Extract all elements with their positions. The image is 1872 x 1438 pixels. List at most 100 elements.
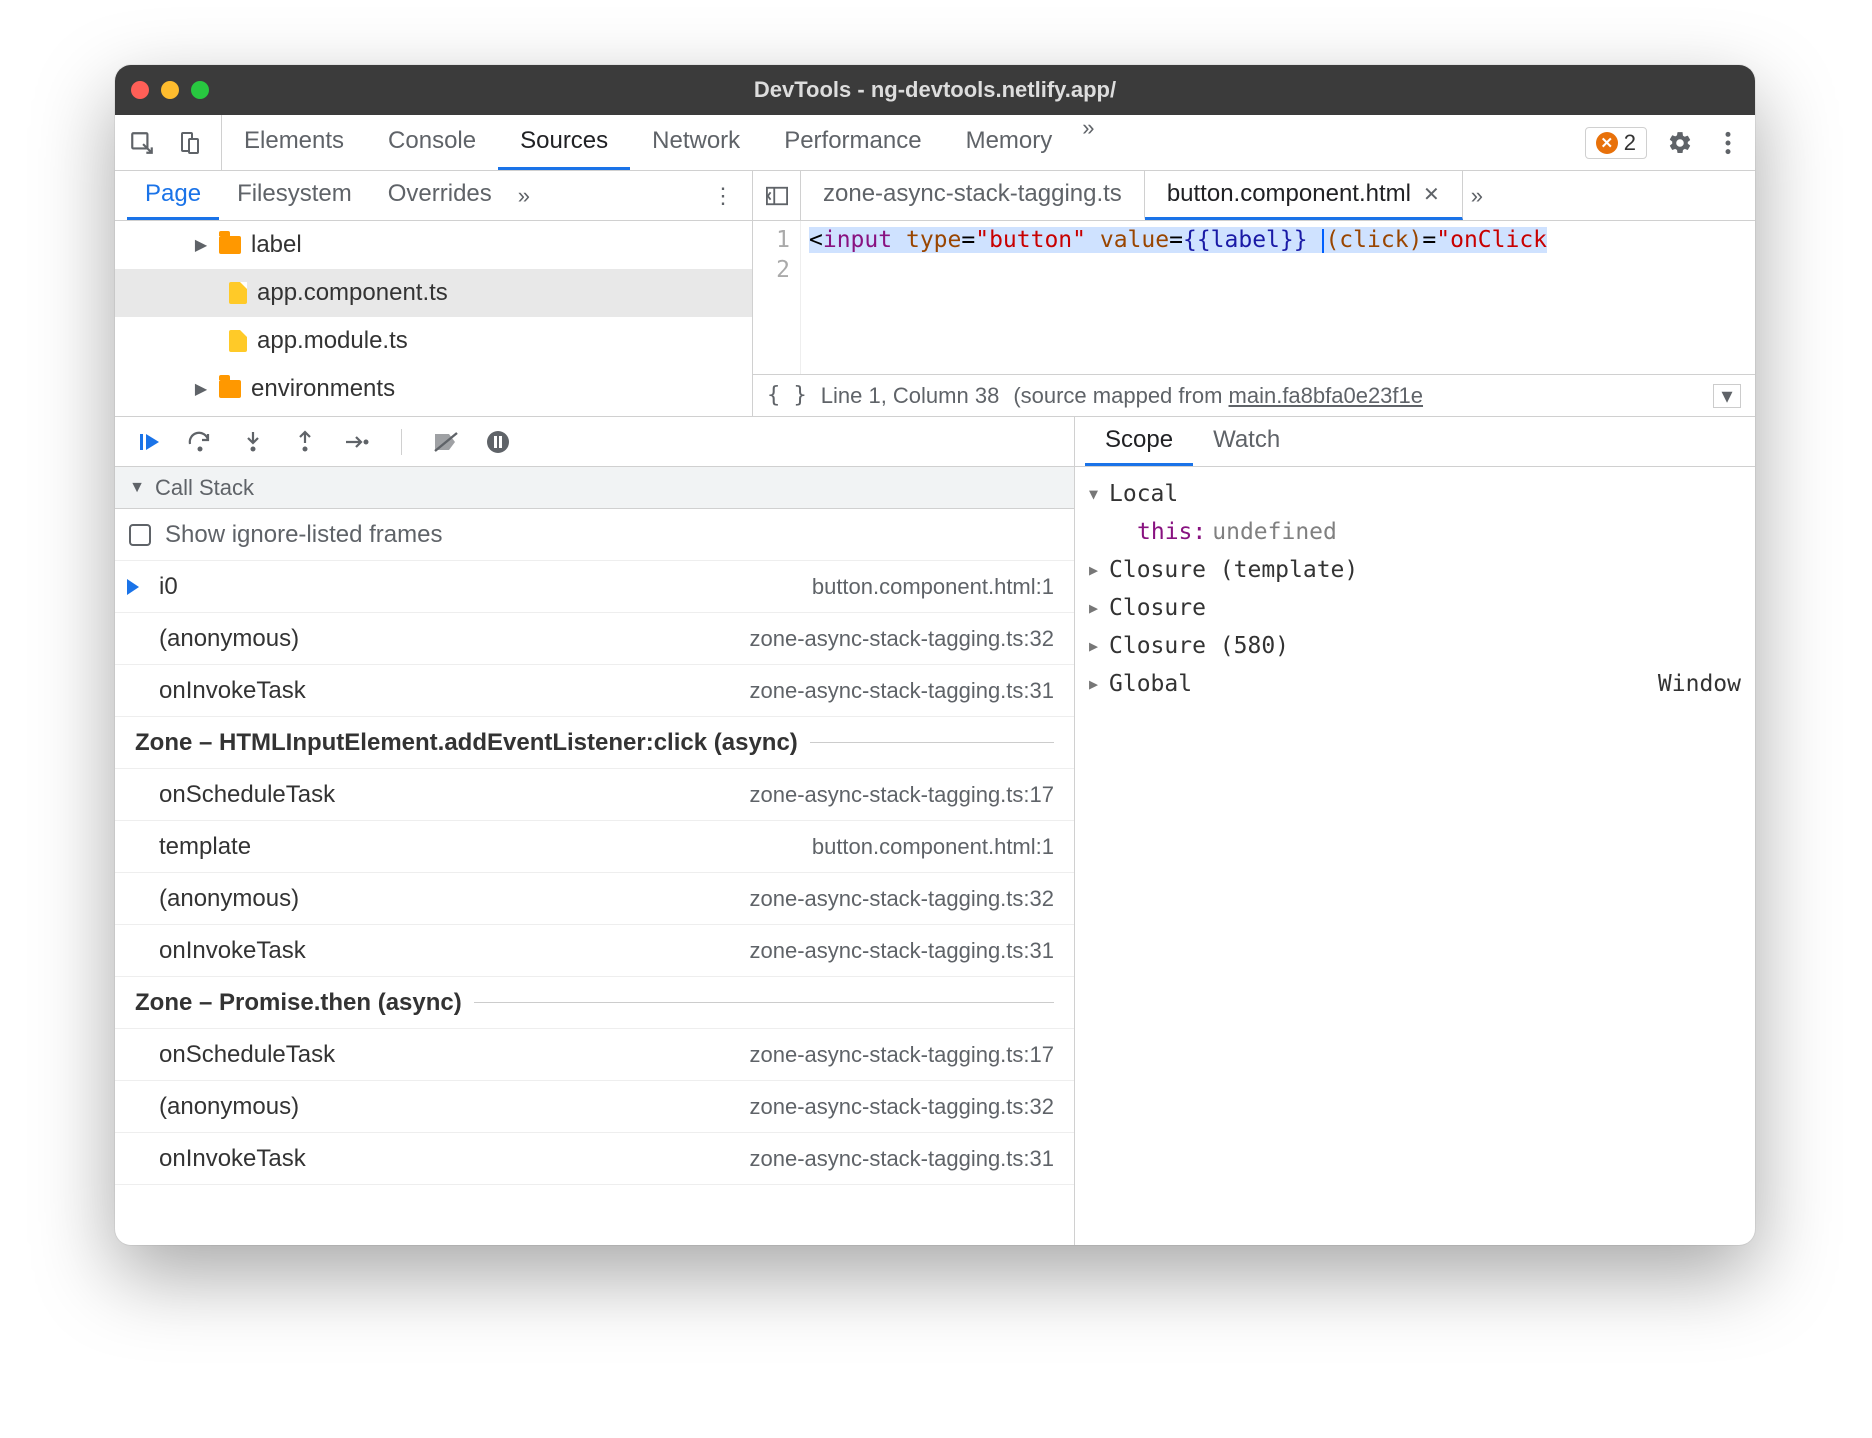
main-tab-elements[interactable]: Elements (222, 115, 366, 170)
code-editor[interactable]: 12 <input type="button" value={{label}} … (753, 221, 1755, 374)
navigator-menu-icon[interactable]: ⋮ (694, 171, 752, 220)
async-boundary: Zone – Promise.then (async) (115, 977, 1074, 1029)
tree-item-label: label (251, 231, 302, 259)
error-counter[interactable]: ✕ 2 (1585, 127, 1647, 159)
tree-file[interactable]: app.component.ts (115, 269, 752, 317)
async-boundary: Zone – HTMLInputElement.addEventListener… (115, 717, 1074, 769)
editor-panel: zone-async-stack-tagging.tsbutton.compon… (753, 171, 1755, 416)
scope-section[interactable]: ▶Closure (template) (1089, 551, 1741, 589)
editor-statusbar: { } Line 1, Column 38 (source mapped fro… (753, 374, 1755, 416)
scope-section[interactable]: ▶Closure (1089, 589, 1741, 627)
tree-file[interactable]: app.module.ts (115, 317, 752, 365)
stack-frame[interactable]: onInvokeTask zone-async-stack-tagging.ts:… (115, 1133, 1074, 1185)
step-over-icon[interactable] (187, 428, 215, 456)
scope-panel: ScopeWatch ▼Localthis: undefined▶Closure… (1075, 417, 1755, 1245)
tree-item-label: environments (251, 375, 395, 403)
editor-tab-label: button.component.html (1167, 180, 1411, 208)
frame-function: onInvokeTask (159, 1145, 306, 1173)
main-tab-network[interactable]: Network (630, 115, 762, 170)
frame-function: onScheduleTask (159, 781, 335, 809)
disclosure-triangle-icon: ▶ (193, 235, 209, 255)
titlebar: DevTools - ng-devtools.netlify.app/ (115, 65, 1755, 115)
call-stack-list: i0button.component.html:1(anonymous)zone… (115, 561, 1074, 1245)
show-ignore-listed-row[interactable]: Show ignore-listed frames (115, 509, 1074, 561)
settings-icon[interactable] (1665, 128, 1695, 158)
scope-tab-scope[interactable]: Scope (1085, 417, 1193, 466)
main-tab-memory[interactable]: Memory (944, 115, 1075, 170)
disclosure-triangle-icon: ▶ (1089, 637, 1103, 655)
frame-function: onScheduleTask (159, 1041, 335, 1069)
file-icon (229, 282, 247, 304)
inspect-element-icon[interactable] (127, 128, 157, 158)
tree-folder[interactable]: ▶environments (115, 365, 752, 413)
debugger-toolbar (115, 417, 1074, 467)
stack-frame[interactable]: i0button.component.html:1 (115, 561, 1074, 613)
navigator-panel: PageFilesystemOverrides » ⋮ ▶ label app.co… (115, 171, 753, 416)
more-navigator-tabs-icon[interactable]: » (510, 171, 538, 220)
toggle-navigator-icon[interactable] (753, 171, 801, 220)
frame-location: zone-async-stack-tagging.ts:32 (750, 1094, 1055, 1120)
navigator-tab-page[interactable]: Page (127, 171, 219, 220)
zoom-window-button[interactable] (191, 81, 209, 99)
show-ignore-listed-checkbox[interactable] (129, 524, 151, 546)
frame-location: zone-async-stack-tagging.ts:17 (750, 1042, 1055, 1068)
stack-frame[interactable]: onScheduleTaskzone-async-stack-tagging.t… (115, 769, 1074, 821)
code-content[interactable]: <input type="button" value={{label}} (cl… (801, 221, 1555, 374)
disclosure-triangle-icon: ▼ (129, 479, 145, 497)
disclosure-triangle-icon: ▶ (1089, 675, 1103, 693)
resume-icon[interactable] (135, 428, 163, 456)
main-tab-sources[interactable]: Sources (498, 115, 630, 170)
file-tree[interactable]: ▶ label app.component.ts app.module.ts▶envi… (115, 221, 752, 416)
main-tab-console[interactable]: Console (366, 115, 498, 170)
editor-tab[interactable]: zone-async-stack-tagging.ts (801, 171, 1145, 220)
scope-property[interactable]: this: undefined (1089, 513, 1741, 551)
status-dropdown-icon[interactable]: ▾ (1713, 384, 1741, 408)
tree-item-label: app.component.ts (257, 279, 448, 307)
source-map-info: (source mapped from main.fa8bfa0e23f1e (1013, 383, 1423, 409)
stack-frame[interactable]: template button.component.html:1 (115, 821, 1074, 873)
scope-section[interactable]: ▶Closure (580) (1089, 627, 1741, 665)
line-gutter: 12 (753, 221, 801, 374)
traffic-lights (131, 81, 209, 99)
pause-on-exceptions-icon[interactable] (484, 428, 512, 456)
main-tab-performance[interactable]: Performance (762, 115, 943, 170)
device-toolbar-icon[interactable] (175, 128, 205, 158)
stack-frame[interactable]: (anonymous)zone-async-stack-tagging.ts:3… (115, 613, 1074, 665)
pretty-print-icon[interactable]: { } (767, 383, 807, 408)
frame-function: template (159, 833, 251, 861)
close-tab-icon[interactable]: ✕ (1423, 182, 1440, 207)
step-into-icon[interactable] (239, 428, 267, 456)
close-window-button[interactable] (131, 81, 149, 99)
scope-tab-watch[interactable]: Watch (1193, 417, 1300, 466)
editor-tab[interactable]: button.component.html ✕ (1145, 171, 1463, 220)
scope-section[interactable]: ▼Local (1089, 475, 1741, 513)
kebab-menu-icon[interactable] (1713, 128, 1743, 158)
devtools-window: DevTools - ng-devtools.netlify.app/ Elem… (115, 65, 1755, 1245)
more-panels-icon[interactable]: » (1074, 115, 1102, 170)
frame-location: button.component.html:1 (812, 834, 1054, 860)
step-icon[interactable] (343, 428, 371, 456)
tree-folder[interactable]: ▶ label (115, 221, 752, 269)
more-editor-tabs-icon[interactable]: » (1463, 171, 1491, 220)
stack-frame[interactable]: onInvokeTaskzone-async-stack-tagging.ts:… (115, 665, 1074, 717)
frame-location: zone-async-stack-tagging.ts:31 (750, 1146, 1055, 1172)
scope-body[interactable]: ▼Localthis: undefined▶Closure (template)… (1075, 467, 1755, 1245)
call-stack-header[interactable]: ▼ Call Stack (115, 467, 1074, 509)
frame-location: zone-async-stack-tagging.ts:31 (750, 678, 1055, 704)
minimize-window-button[interactable] (161, 81, 179, 99)
stack-frame[interactable]: onInvokeTaskzone-async-stack-tagging.ts:… (115, 925, 1074, 977)
sources-upper: PageFilesystemOverrides » ⋮ ▶ label app.co… (115, 171, 1755, 417)
step-out-icon[interactable] (291, 428, 319, 456)
stack-frame[interactable]: onScheduleTask zone-async-stack-tagging.t… (115, 1029, 1074, 1081)
navigator-tab-overrides[interactable]: Overrides (370, 171, 510, 220)
frame-function: (anonymous) (159, 885, 299, 913)
editor-tabs: zone-async-stack-tagging.tsbutton.compon… (753, 171, 1755, 221)
source-map-link[interactable]: main.fa8bfa0e23f1e (1229, 383, 1424, 408)
scope-section[interactable]: ▶GlobalWindow (1089, 665, 1741, 703)
folder-icon (219, 380, 241, 398)
stack-frame[interactable]: (anonymous)zone-async-stack-tagging.ts:3… (115, 1081, 1074, 1133)
stack-frame[interactable]: (anonymous)zone-async-stack-tagging.ts:3… (115, 873, 1074, 925)
deactivate-breakpoints-icon[interactable] (432, 428, 460, 456)
navigator-tab-filesystem[interactable]: Filesystem (219, 171, 370, 220)
debugger-panel: ▼ Call Stack Show ignore-listed frames i… (115, 417, 1075, 1245)
